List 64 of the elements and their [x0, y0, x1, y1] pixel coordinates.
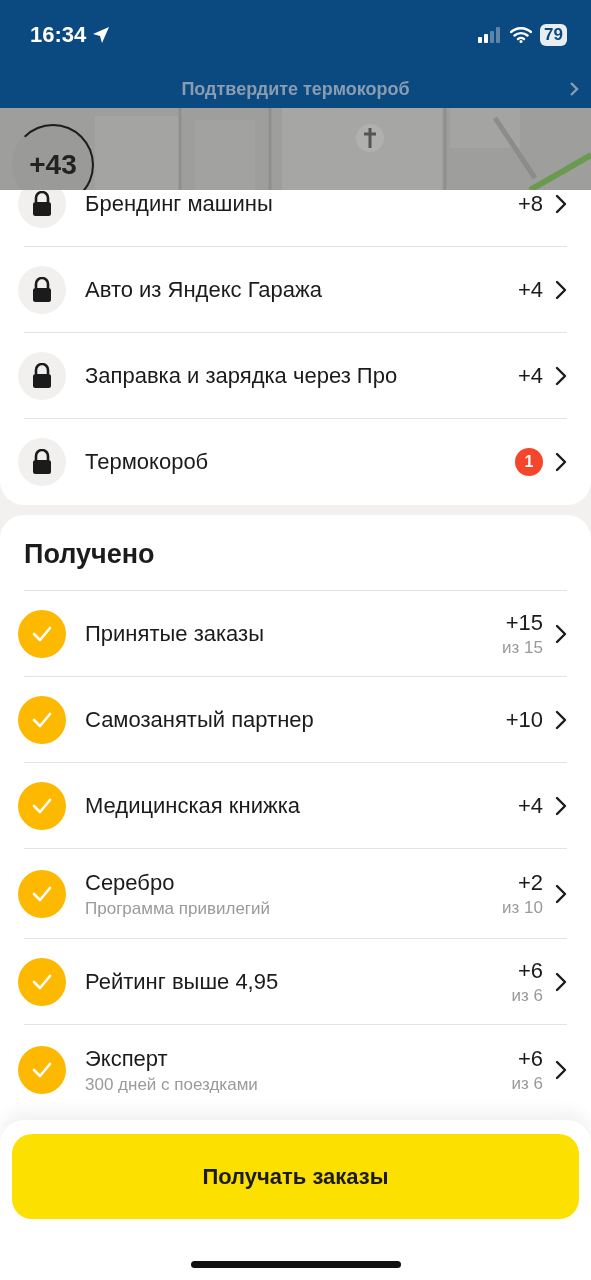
points: +6 [517, 1046, 543, 1072]
chevron-right-icon [555, 972, 567, 992]
chevron-right-icon [555, 194, 567, 214]
points-total: из 6 [511, 986, 543, 1006]
chevron-right-icon [555, 884, 567, 904]
item-title: Медицинская книжка [85, 793, 301, 819]
locked-item[interactable]: Термокороб 1 [0, 419, 591, 505]
locked-item[interactable]: Авто из Яндекс Гаража +4 [0, 247, 591, 333]
status-time: 16:34 [30, 22, 87, 48]
chevron-right-icon [555, 452, 567, 472]
check-icon [32, 626, 52, 642]
points-total: из 6 [511, 1074, 543, 1094]
item-title: Брендинг машины [85, 191, 274, 217]
lock-icon [32, 363, 52, 389]
section-heading: Получено [24, 539, 156, 570]
achievement-item[interactable]: Самозанятый партнер +10 [0, 677, 591, 763]
item-title: Принятые заказы [85, 621, 265, 647]
chevron-right-icon [555, 280, 567, 300]
item-subtitle: 300 дней с поездками [85, 1074, 259, 1095]
lock-icon [32, 277, 52, 303]
lock-icon [32, 191, 52, 217]
lock-icon [32, 449, 52, 475]
signal-icon [478, 27, 503, 43]
achievement-item[interactable]: Медицинская книжка +4 [0, 763, 591, 849]
location-arrow-icon [92, 26, 111, 44]
item-title: Серебро [85, 869, 176, 896]
notification-badge: 1 [515, 448, 543, 476]
battery-level: 79 [540, 24, 567, 46]
chevron-right-icon [555, 796, 567, 816]
locked-item[interactable]: Брендинг машины +8 [0, 190, 591, 247]
item-title: Заправка и зарядка через Про [85, 363, 399, 389]
points: +15 [505, 610, 543, 636]
check-icon [32, 712, 52, 728]
locked-item[interactable]: Заправка и зарядка через Про +4 [0, 333, 591, 419]
points: +4 [517, 793, 543, 819]
item-title: Эксперт [85, 1045, 169, 1072]
points-total: из 10 [502, 898, 543, 918]
item-title: Рейтинг выше 4,95 [85, 969, 280, 995]
get-orders-button[interactable]: Получать заказы [12, 1134, 579, 1219]
item-title: Самозанятый партнер [85, 707, 315, 733]
item-subtitle: Программа привилегий [85, 898, 272, 919]
check-icon [32, 974, 52, 990]
achievement-item[interactable]: Серебро Программа привилегий +2 из 10 [0, 849, 591, 939]
points: +4 [517, 277, 543, 303]
chevron-right-icon [555, 624, 567, 644]
chevron-right-icon [555, 1060, 567, 1080]
check-icon [32, 1062, 52, 1078]
chevron-right-icon [569, 81, 579, 97]
achievement-item[interactable]: Эксперт 300 дней с поездками +6 из 6 [0, 1025, 591, 1115]
points-total: из 15 [502, 638, 543, 658]
check-icon [32, 886, 52, 902]
chevron-right-icon [555, 710, 567, 730]
achievement-item[interactable]: Принятые заказы +15 из 15 [0, 591, 591, 677]
item-title: Термокороб [85, 449, 210, 475]
check-icon [32, 798, 52, 814]
achievement-item[interactable]: Рейтинг выше 4,95 +6 из 6 [0, 939, 591, 1025]
chevron-right-icon [555, 366, 567, 386]
item-title: Авто из Яндекс Гаража [85, 277, 323, 303]
points: +8 [517, 191, 543, 217]
points: +4 [517, 363, 543, 389]
points: +6 [517, 958, 543, 984]
points: +2 [517, 870, 543, 896]
wifi-icon [510, 27, 533, 43]
points: +10 [505, 707, 543, 733]
